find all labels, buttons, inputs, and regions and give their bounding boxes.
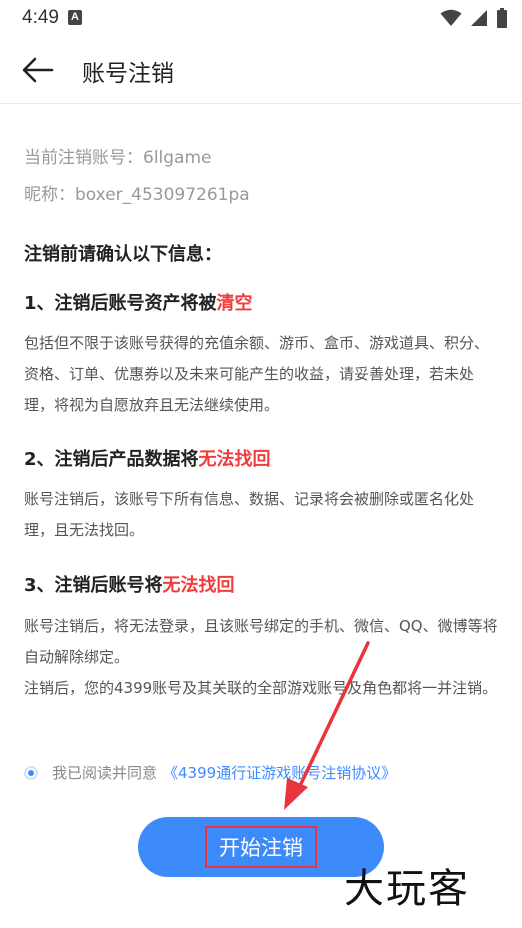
watermark-logo: 大玩客 [344,866,470,912]
section-1-body: 包括但不限于该账号获得的充值余额、游币、盒币、游戏道具、积分、资格、订单、优惠券… [24,334,490,414]
section-1-title-highlight: 清空 [216,293,253,314]
section-1-title: 1、注销后账号资产将被清空 [24,289,253,315]
agreement-link[interactable]: 《4399通行证游戏账号注销协议》 [163,762,396,783]
agreement-text: 我已阅读并同意 [52,764,158,782]
account-id-line: 当前注销账号：6llgame [24,148,212,168]
agreement-row: 我已阅读并同意 《4399通行证游戏账号注销协议》 [24,762,396,783]
agreement-radio[interactable] [24,765,38,780]
section-2-title: 2、注销后产品数据将无法找回 [24,445,271,471]
status-icons [440,8,508,28]
section-2-body: 账号注销后，该账号下所有信息、数据、记录将会被删除或匿名化处理，且无法找回。 [24,490,475,539]
back-arrow-icon [22,57,54,83]
confirm-heading: 注销前请确认以下信息： [24,244,222,265]
section-3-title-prefix: 3、注销后账号将 [24,575,163,596]
status-bar: 4:49 A [0,0,522,36]
status-time: 4:49 [22,7,59,28]
section-3-body-paragraph-2: 注销后，您的4399账号及其关联的全部游戏账号及角色都将一并注销。 [24,679,498,697]
section-3-title: 3、注销后账号将无法找回 [24,571,235,597]
app-bar: 账号注销 [0,36,522,104]
page-title: 账号注销 [82,61,174,87]
notification-a-icon: A [68,10,82,25]
battery-icon [497,8,507,28]
signal-icon [471,10,487,26]
section-2-title-prefix: 2、注销后产品数据将 [24,449,199,470]
account-nickname-line: 昵称：boxer_453097261pa [24,185,250,205]
section-2-title-highlight: 无法找回 [198,449,271,470]
start-cancellation-label: 开始注销 [205,826,317,868]
section-3-title-highlight: 无法找回 [162,575,235,596]
section-3-body-paragraph-1: 账号注销后，将无法登录，且该账号绑定的手机、微信、QQ、微博等将自动解除绑定。 [24,617,498,666]
section-1-title-prefix: 1、注销后账号资产将被 [24,293,217,314]
wifi-icon [440,9,462,26]
section-3-body: 账号注销后，将无法登录，且该账号绑定的手机、微信、QQ、微博等将自动解除绑定。 … [24,611,498,704]
back-button[interactable] [16,50,60,90]
